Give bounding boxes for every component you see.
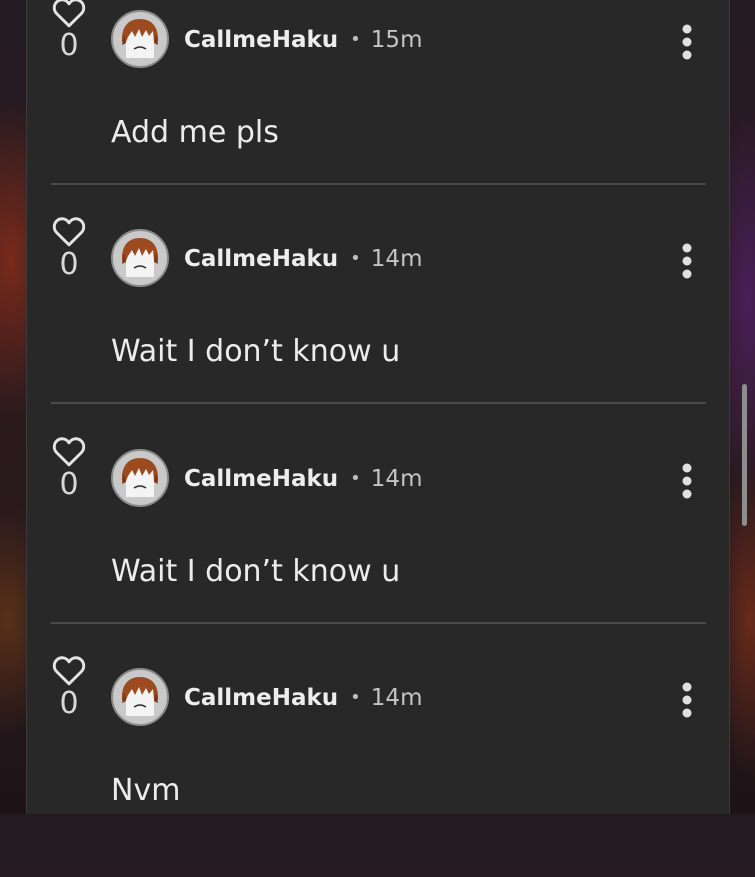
separator-dot: • bbox=[350, 29, 361, 50]
timestamp: 14m bbox=[370, 246, 423, 272]
separator-dot: • bbox=[350, 687, 361, 708]
comment-item: 0 CallmeHaku • 14m Wait I don’t know u bbox=[27, 217, 731, 438]
comment-meta: CallmeHaku • 15m bbox=[184, 25, 422, 55]
comment-text: Add me pls bbox=[111, 115, 279, 150]
more-vertical-icon bbox=[682, 243, 692, 279]
like-count: 0 bbox=[59, 28, 79, 63]
more-options-button[interactable] bbox=[673, 680, 701, 720]
like-control: 0 bbox=[49, 215, 89, 280]
username-link[interactable]: CallmeHaku bbox=[184, 685, 338, 711]
timestamp: 14m bbox=[370, 466, 423, 492]
avatar[interactable] bbox=[111, 10, 169, 68]
more-vertical-icon bbox=[682, 463, 692, 499]
separator-dot: • bbox=[350, 468, 361, 489]
separator-dot: • bbox=[350, 248, 361, 269]
heart-icon[interactable] bbox=[51, 654, 87, 686]
like-control: 0 bbox=[49, 654, 89, 719]
comment-meta: CallmeHaku • 14m bbox=[184, 244, 422, 274]
comment-text: Wait I don’t know u bbox=[111, 554, 401, 589]
heart-icon[interactable] bbox=[51, 0, 87, 28]
comment-meta: CallmeHaku • 14m bbox=[184, 464, 422, 494]
comment-item: 0 CallmeHaku • 14m Wait I don’t know u bbox=[27, 437, 731, 658]
like-count: 0 bbox=[59, 686, 79, 721]
more-vertical-icon bbox=[682, 682, 692, 718]
username-link[interactable]: CallmeHaku bbox=[184, 466, 338, 492]
more-options-button[interactable] bbox=[673, 461, 701, 501]
more-vertical-icon bbox=[682, 24, 692, 60]
avatar[interactable] bbox=[111, 229, 169, 287]
heart-icon[interactable] bbox=[51, 215, 87, 247]
comment-meta: CallmeHaku • 14m bbox=[184, 683, 422, 713]
username-link[interactable]: CallmeHaku bbox=[184, 27, 338, 53]
timestamp: 14m bbox=[370, 685, 423, 711]
avatar[interactable] bbox=[111, 668, 169, 726]
more-options-button[interactable] bbox=[673, 241, 701, 281]
more-options-button[interactable] bbox=[673, 22, 701, 62]
comments-panel: 0 CallmeHaku • 15m Add me pls 0 CallmeHa… bbox=[26, 0, 730, 814]
comment-item: 0 CallmeHaku • 15m Add me pls bbox=[27, 0, 731, 219]
avatar[interactable] bbox=[111, 449, 169, 507]
divider bbox=[51, 622, 706, 624]
username-link[interactable]: CallmeHaku bbox=[184, 246, 338, 272]
divider bbox=[51, 183, 706, 185]
heart-icon[interactable] bbox=[51, 435, 87, 467]
comment-item: 0 CallmeHaku • 14m Nvm bbox=[27, 656, 731, 877]
timestamp: 15m bbox=[370, 27, 423, 53]
like-control: 0 bbox=[49, 0, 89, 61]
divider bbox=[51, 402, 706, 404]
comment-text: Nvm bbox=[111, 773, 181, 808]
comment-text: Wait I don’t know u bbox=[111, 334, 401, 369]
like-count: 0 bbox=[59, 467, 79, 502]
like-count: 0 bbox=[59, 247, 79, 282]
scrollbar[interactable] bbox=[742, 384, 747, 526]
like-control: 0 bbox=[49, 435, 89, 500]
